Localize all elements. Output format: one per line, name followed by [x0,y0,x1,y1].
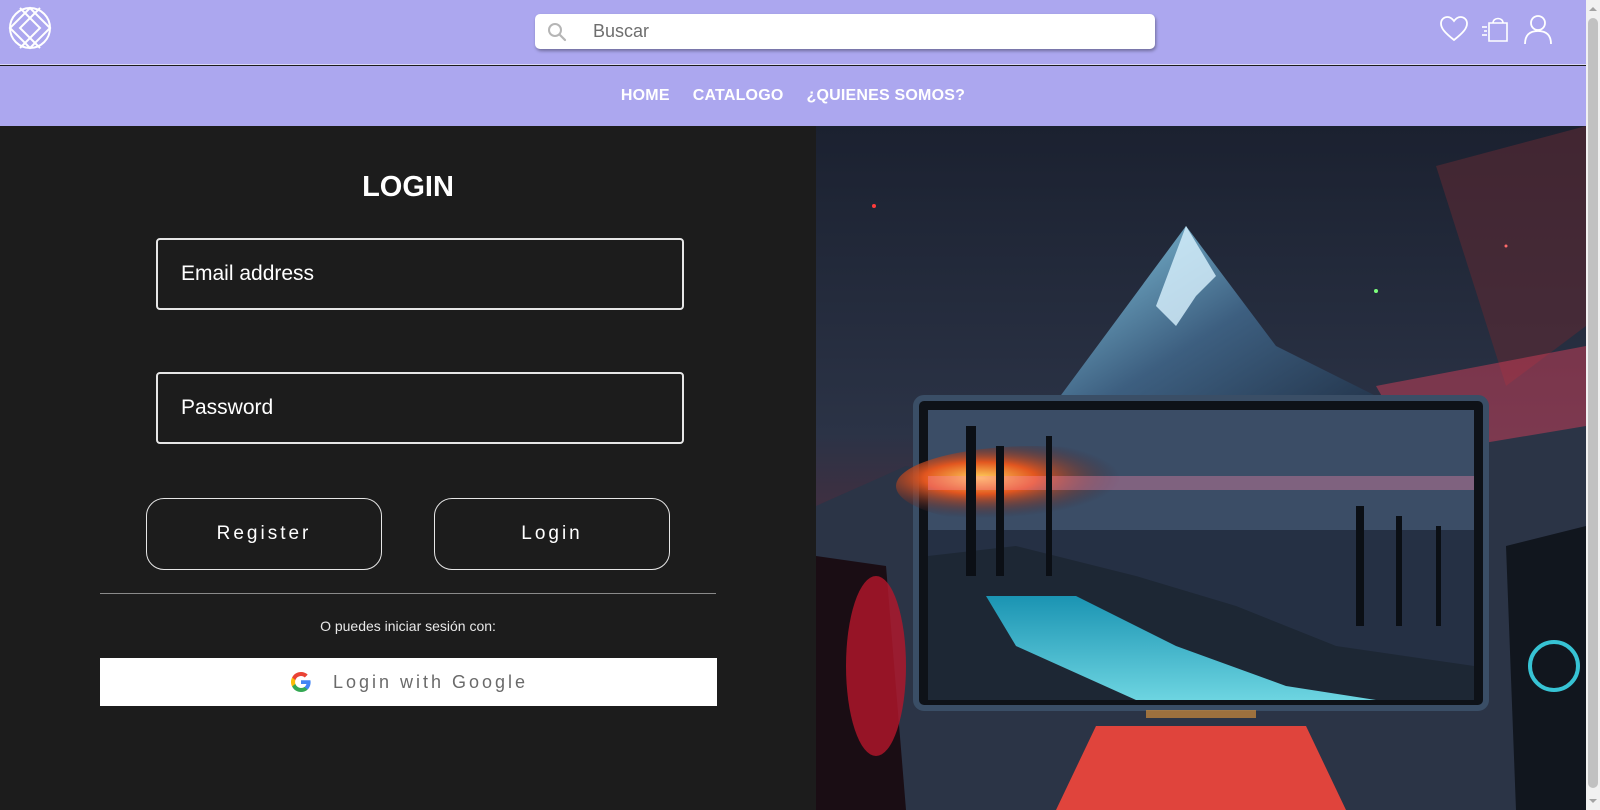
search-input[interactable] [593,14,1143,49]
google-login-label: Login with Google [332,671,529,692]
nav-catalogo[interactable]: CATALOGO [693,87,784,105]
nav-quienes-somos[interactable]: ¿QUIENES SOMOS? [807,87,966,105]
register-button[interactable]: Register [146,498,382,570]
scroll-up-icon[interactable] [1588,4,1598,14]
user-icon[interactable] [1522,12,1554,46]
scrollbar-thumb[interactable] [1588,18,1598,788]
email-field[interactable] [156,238,684,310]
header-actions [1438,12,1554,46]
divider [100,593,716,594]
google-icon [290,672,311,692]
search-icon[interactable] [547,22,567,42]
page-scrollbar[interactable] [1586,0,1600,810]
google-login-button[interactable]: Login with Google [100,658,717,706]
main-nav: HOME CATALOGO ¿QUIENES SOMOS? [0,66,1586,126]
alt-login-text: O puedes iniciar sesión con: [320,618,496,634]
login-panel: LOGIN Register Login O puedes iniciar se… [0,126,816,810]
scroll-down-icon[interactable] [1588,796,1598,806]
password-field[interactable] [156,372,684,444]
top-bar [0,0,1586,65]
hero-illustration [816,126,1586,810]
shopping-bag-icon[interactable] [1480,12,1512,46]
login-title: LOGIN [362,171,454,203]
login-button[interactable]: Login [434,498,670,570]
search-bar [535,14,1155,49]
heart-icon[interactable] [1438,12,1470,46]
hero-image [816,126,1586,810]
nav-home[interactable]: HOME [621,87,670,105]
logo-icon[interactable] [8,6,52,50]
